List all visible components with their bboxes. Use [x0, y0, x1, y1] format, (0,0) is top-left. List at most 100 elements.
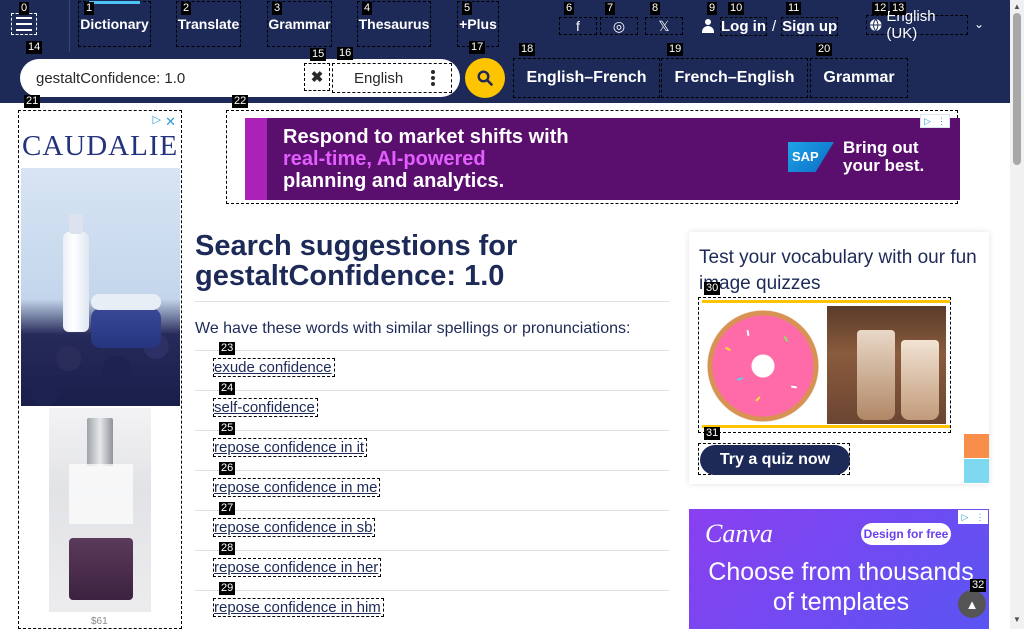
x-icon[interactable]: 𝕏 — [645, 17, 683, 35]
nav-label: +Plus — [459, 16, 497, 32]
instagram-icon[interactable]: ◎ — [600, 17, 638, 35]
banner-line: Respond to market shifts with — [283, 126, 569, 148]
menu-button[interactable] — [11, 13, 37, 35]
close-icon[interactable]: ✕ — [165, 114, 176, 130]
top-banner-advertisement[interactable]: Respond to market shifts with real-time,… — [226, 110, 960, 204]
label-badge: 15 — [310, 48, 327, 61]
adchoices-icon[interactable]: ▷ ⋮ — [958, 510, 988, 524]
search-icon — [477, 70, 493, 86]
quicklink-grammar[interactable]: Grammar — [810, 58, 908, 98]
search-button[interactable] — [465, 58, 505, 98]
slogan-line: Bring out — [843, 138, 919, 157]
banner-headline: Respond to market shifts with real-time,… — [283, 126, 569, 192]
glass — [901, 340, 939, 420]
more-vertical-icon — [431, 70, 435, 88]
glass — [857, 330, 895, 420]
label-badge: 6 — [564, 2, 575, 15]
banner-stripe — [245, 118, 267, 200]
scroll-up-icon[interactable]: ▲ — [1013, 2, 1021, 11]
label-badge: 13 — [890, 2, 907, 15]
sap-logo: SAP — [788, 142, 834, 172]
signup-link[interactable]: Sign up — [781, 16, 839, 36]
divider — [195, 470, 669, 471]
label-badge: 28 — [219, 542, 236, 555]
side-tab[interactable] — [964, 434, 989, 458]
label-badge: 7 — [605, 2, 616, 15]
label-badge: 16 — [337, 47, 354, 60]
left-advertisement[interactable]: ▷ ✕ CAUDALIE $61 — [18, 110, 182, 629]
donut-image — [705, 308, 821, 424]
suggestion-link[interactable]: self-confidence — [213, 398, 318, 417]
nav-label: Thesaurus — [358, 16, 430, 32]
label-badge: 20 — [816, 43, 833, 56]
quicklink-french-english[interactable]: French–English — [661, 58, 808, 98]
divider — [195, 510, 669, 511]
label-badge: 14 — [26, 41, 43, 54]
suggestion-link[interactable]: repose confidence in him — [213, 598, 384, 617]
suggestion-link[interactable]: exude confidence — [213, 358, 335, 377]
label-badge: 9 — [707, 2, 718, 15]
dictionary-select[interactable]: English — [332, 63, 452, 93]
canva-advertisement[interactable]: Canva Design for free Choose from thousa… — [689, 509, 989, 629]
user-icon — [701, 19, 715, 33]
scroll-down-icon[interactable]: ▼ — [1013, 615, 1021, 624]
suggestions-intro: We have these words with similar spellin… — [195, 320, 631, 337]
label-badge: 30 — [704, 282, 721, 295]
sprinkle — [755, 396, 761, 402]
scroll-to-top-icon[interactable]: ▲ — [958, 590, 986, 618]
label-badge: 22 — [232, 95, 249, 108]
banner-slogan: Bring out your best. — [843, 139, 924, 175]
canva-line: of templates — [772, 588, 910, 616]
nav-label: Translate — [177, 16, 240, 32]
nav-divider — [69, 0, 70, 52]
quiz-image[interactable] — [698, 297, 951, 433]
slogan-line: your best. — [843, 156, 925, 175]
divider — [195, 390, 669, 391]
login-link[interactable]: Log in — [720, 16, 767, 36]
adchoices-icon[interactable]: ▷ ⋮ — [920, 114, 950, 128]
canva-logo: Canva — [705, 519, 773, 548]
divider — [195, 590, 669, 591]
search-input[interactable] — [36, 69, 296, 87]
page-scrollbar[interactable]: ▲ ▼ — [1010, 0, 1024, 629]
cream-jar — [91, 294, 161, 348]
quiz-title: Test your vocabulary with our fun image … — [699, 247, 977, 294]
divider — [195, 301, 669, 302]
hamburger-line — [16, 29, 32, 31]
label-badge: 1 — [84, 2, 95, 15]
label-badge: 24 — [219, 382, 236, 395]
label-badge: 11 — [786, 2, 802, 15]
ad-brand-logo: CAUDALIE — [22, 130, 179, 162]
label-badge: 19 — [667, 43, 684, 56]
facebook-icon[interactable]: f — [559, 17, 597, 35]
suggestion-link[interactable]: repose confidence in it — [213, 438, 368, 457]
label-badge: 10 — [728, 2, 745, 15]
quicklink-english-french[interactable]: English–French — [513, 58, 660, 98]
clear-icon[interactable]: ✖ — [304, 63, 330, 91]
label-badge: 17 — [469, 41, 486, 54]
product-cap — [87, 418, 113, 466]
label-badge: 2 — [181, 2, 192, 15]
suggestion-link[interactable]: repose confidence in sb — [213, 518, 376, 537]
scrollbar-thumb[interactable] — [1013, 13, 1021, 165]
sprinkle — [746, 329, 750, 337]
serum-bottle — [63, 214, 89, 332]
sprinkle — [724, 346, 732, 352]
adchoices-icon[interactable]: ▷ — [153, 113, 161, 126]
label-badge: 5 — [462, 2, 473, 15]
try-quiz-button[interactable]: Try a quiz now — [698, 443, 850, 475]
login-area: Log in / Sign up — [701, 16, 839, 36]
sprinkle — [783, 335, 789, 343]
label-badge: 26 — [219, 462, 236, 475]
canva-line: Choose from thousands — [708, 558, 974, 586]
product-jar — [69, 538, 133, 600]
suggestion-link[interactable]: repose confidence in her — [213, 558, 382, 577]
language-selector[interactable]: English (UK) — [866, 8, 968, 42]
side-tab[interactable] — [964, 459, 989, 483]
product-body — [69, 464, 133, 524]
try-quiz-label: Try a quiz now — [700, 445, 850, 475]
suggestion-link[interactable]: repose confidence in me — [213, 478, 381, 497]
ad-product-image — [49, 408, 151, 612]
banner-highlight: real-time, AI-powered — [283, 148, 486, 170]
page-title: Search suggestions for gestaltConfidence… — [195, 231, 517, 291]
